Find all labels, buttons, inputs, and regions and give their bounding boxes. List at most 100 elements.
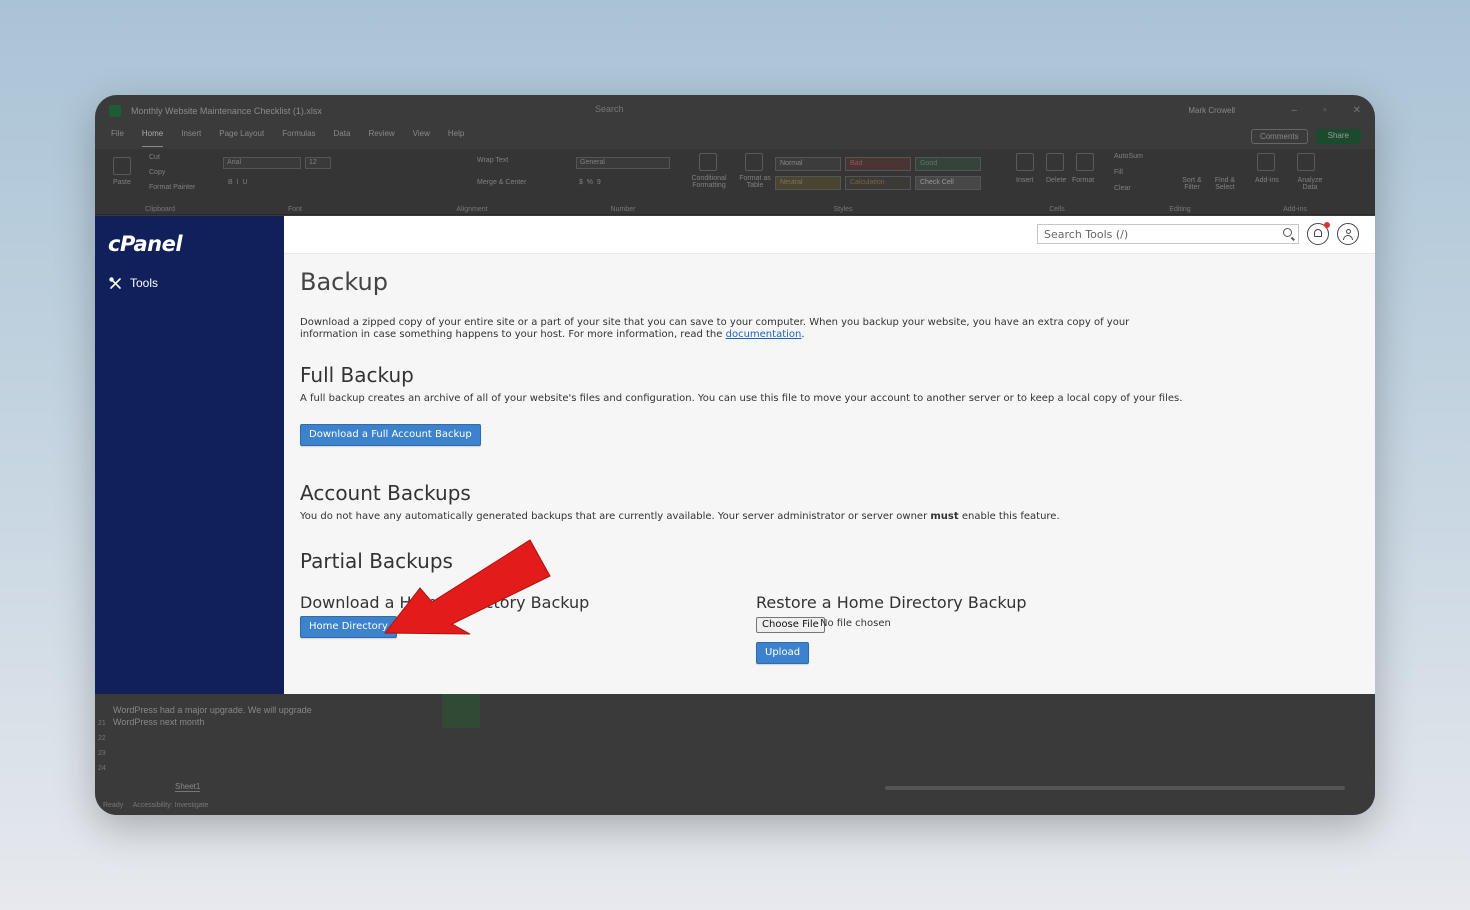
- menu-page-layout[interactable]: Page Layout: [219, 129, 264, 147]
- ribbon-group-addins: Add-ins Analyze Data Add-ins: [1255, 149, 1335, 215]
- excel-ribbon: Paste Cut Copy Format Painter Clipboard …: [95, 149, 1375, 215]
- add-ins-icon[interactable]: [1257, 153, 1275, 171]
- download-home-directory-heading: Download a Home Directory Backup: [300, 593, 590, 612]
- comments-button[interactable]: Comments: [1250, 129, 1308, 144]
- app-window: Monthly Website Maintenance Checklist (1…: [95, 95, 1375, 815]
- cpanel-sidebar: cPanel Tools: [95, 216, 284, 694]
- autosum-button[interactable]: AutoSum: [1114, 153, 1143, 160]
- insert-cells-icon[interactable]: [1016, 153, 1034, 171]
- full-backup-description: A full backup creates an archive of all …: [300, 393, 1183, 404]
- number-format-buttons[interactable]: $ % 9: [579, 179, 601, 186]
- sheet-tab[interactable]: Sheet1: [175, 782, 201, 792]
- choose-file-button[interactable]: Choose File: [756, 617, 825, 633]
- account-backups-text-bold: must: [930, 511, 959, 522]
- conditional-formatting-icon[interactable]: [699, 153, 717, 171]
- style-calculation[interactable]: Calculation: [845, 176, 911, 190]
- status-ready: Ready: [103, 802, 124, 809]
- analyze-data-label: Analyze Data: [1297, 177, 1323, 191]
- ribbon-group-font: Arial 12 B I U Font: [220, 149, 370, 215]
- font-size-select[interactable]: 12: [305, 157, 331, 169]
- format-as-table-icon[interactable]: [745, 153, 763, 171]
- analyze-data-icon[interactable]: [1297, 153, 1315, 171]
- cpanel-logo[interactable]: cPanel: [108, 232, 183, 256]
- page-title: Backup: [300, 268, 388, 296]
- format-cells-icon[interactable]: [1076, 153, 1094, 171]
- paste-icon[interactable]: [113, 157, 131, 175]
- excel-title-bar: Monthly Website Maintenance Checklist (1…: [95, 95, 1375, 127]
- delete-cells-icon[interactable]: [1046, 153, 1064, 171]
- add-ins-label: Add-ins: [1255, 177, 1279, 184]
- fill-button[interactable]: Fill: [1114, 169, 1123, 176]
- copy-button[interactable]: Copy: [149, 169, 165, 176]
- style-neutral[interactable]: Neutral: [775, 176, 841, 190]
- selected-cell[interactable]: [442, 694, 480, 728]
- sidebar-item-tools[interactable]: Tools: [109, 276, 158, 290]
- style-bad[interactable]: Bad: [845, 157, 911, 171]
- menu-file[interactable]: File: [111, 129, 124, 147]
- documentation-link[interactable]: documentation: [726, 329, 802, 340]
- format-as-table-label: Format as Table: [739, 175, 771, 189]
- number-group-label: Number: [610, 206, 636, 213]
- paste-label: Paste: [113, 179, 131, 186]
- menu-review[interactable]: Review: [368, 129, 394, 147]
- download-full-backup-button[interactable]: Download a Full Account Backup: [300, 424, 481, 446]
- notification-badge: [1324, 222, 1330, 228]
- insert-cells-label: Insert: [1016, 177, 1034, 184]
- status-bar: Ready Accessibility: Investigate: [103, 802, 208, 809]
- upload-button[interactable]: Upload: [756, 642, 810, 664]
- cut-button[interactable]: Cut: [149, 154, 160, 161]
- sort-filter-button[interactable]: Sort & Filter: [1176, 177, 1208, 191]
- search-tools-input[interactable]: Search Tools (/): [1037, 224, 1299, 244]
- wrap-text-button[interactable]: Wrap Text: [477, 157, 508, 164]
- status-accessibility[interactable]: Accessibility: Investigate: [133, 802, 209, 809]
- menu-view[interactable]: View: [413, 129, 430, 147]
- restore-icon[interactable]: ▫: [1323, 105, 1327, 116]
- style-check-cell[interactable]: Check Cell: [915, 176, 981, 190]
- style-good[interactable]: Good: [915, 157, 981, 171]
- bold-italic-underline[interactable]: B I U: [228, 179, 247, 186]
- clipboard-group-label: Clipboard: [145, 206, 175, 213]
- ribbon-group-styles: Conditional Formatting Format as Table N…: [683, 149, 1003, 215]
- share-button[interactable]: Share: [1315, 129, 1361, 144]
- find-select-button[interactable]: Find & Select: [1208, 177, 1242, 191]
- horizontal-scrollbar[interactable]: [885, 786, 1345, 790]
- format-cells-label: Format: [1072, 177, 1095, 184]
- cpanel-topbar: Search Tools (/): [284, 216, 1375, 254]
- alignment-group-label: Alignment: [456, 206, 488, 213]
- excel-file-title[interactable]: Monthly Website Maintenance Checklist (1…: [131, 106, 322, 116]
- cell-note[interactable]: WordPress had a major upgrade. We will u…: [113, 704, 313, 728]
- number-format-select[interactable]: General: [576, 157, 670, 169]
- ribbon-group-editing: AutoSum Fill Clear Sort & Filter Find & …: [1110, 149, 1250, 215]
- account-backups-text-pre: You do not have any automatically genera…: [300, 511, 931, 522]
- menu-home[interactable]: Home: [141, 129, 164, 147]
- menu-data[interactable]: Data: [334, 129, 351, 147]
- account-backups-text-post: enable this feature.: [958, 511, 1060, 522]
- menu-help[interactable]: Help: [448, 129, 464, 147]
- style-normal[interactable]: Normal: [775, 157, 841, 171]
- tools-icon: [109, 276, 121, 289]
- format-painter-button[interactable]: Format Painter: [149, 184, 195, 191]
- ribbon-group-cells: Insert Delete Format Cells: [1010, 149, 1104, 215]
- excel-user-name[interactable]: Mark Crowell: [1188, 106, 1235, 115]
- menu-formulas[interactable]: Formulas: [282, 129, 315, 147]
- excel-logo-icon: [109, 105, 121, 117]
- row-number: 23: [98, 750, 106, 757]
- styles-group-label: Styles: [833, 206, 853, 213]
- clear-button[interactable]: Clear: [1114, 185, 1131, 192]
- row-number: 22: [98, 735, 106, 742]
- font-name-select[interactable]: Arial: [223, 157, 301, 169]
- search-icon: [1283, 228, 1292, 237]
- delete-cells-label: Delete: [1046, 177, 1067, 184]
- user-icon-body: [1343, 235, 1353, 240]
- menu-insert[interactable]: Insert: [181, 129, 201, 147]
- notifications-button[interactable]: [1307, 222, 1330, 245]
- search-tools-placeholder: Search Tools (/): [1044, 228, 1129, 241]
- excel-search-box[interactable]: Search: [595, 104, 895, 120]
- excel-grid-bottom: 21 22 23 24 WordPress had a major upgrad…: [95, 694, 1375, 815]
- merge-center-button[interactable]: Merge & Center: [477, 179, 526, 186]
- row-numbers: 21 22 23 24: [98, 716, 106, 776]
- minimize-icon[interactable]: –: [1292, 105, 1298, 116]
- user-menu-button[interactable]: [1337, 223, 1359, 245]
- close-icon[interactable]: ✕: [1353, 105, 1361, 116]
- home-directory-button[interactable]: Home Directory: [300, 616, 397, 638]
